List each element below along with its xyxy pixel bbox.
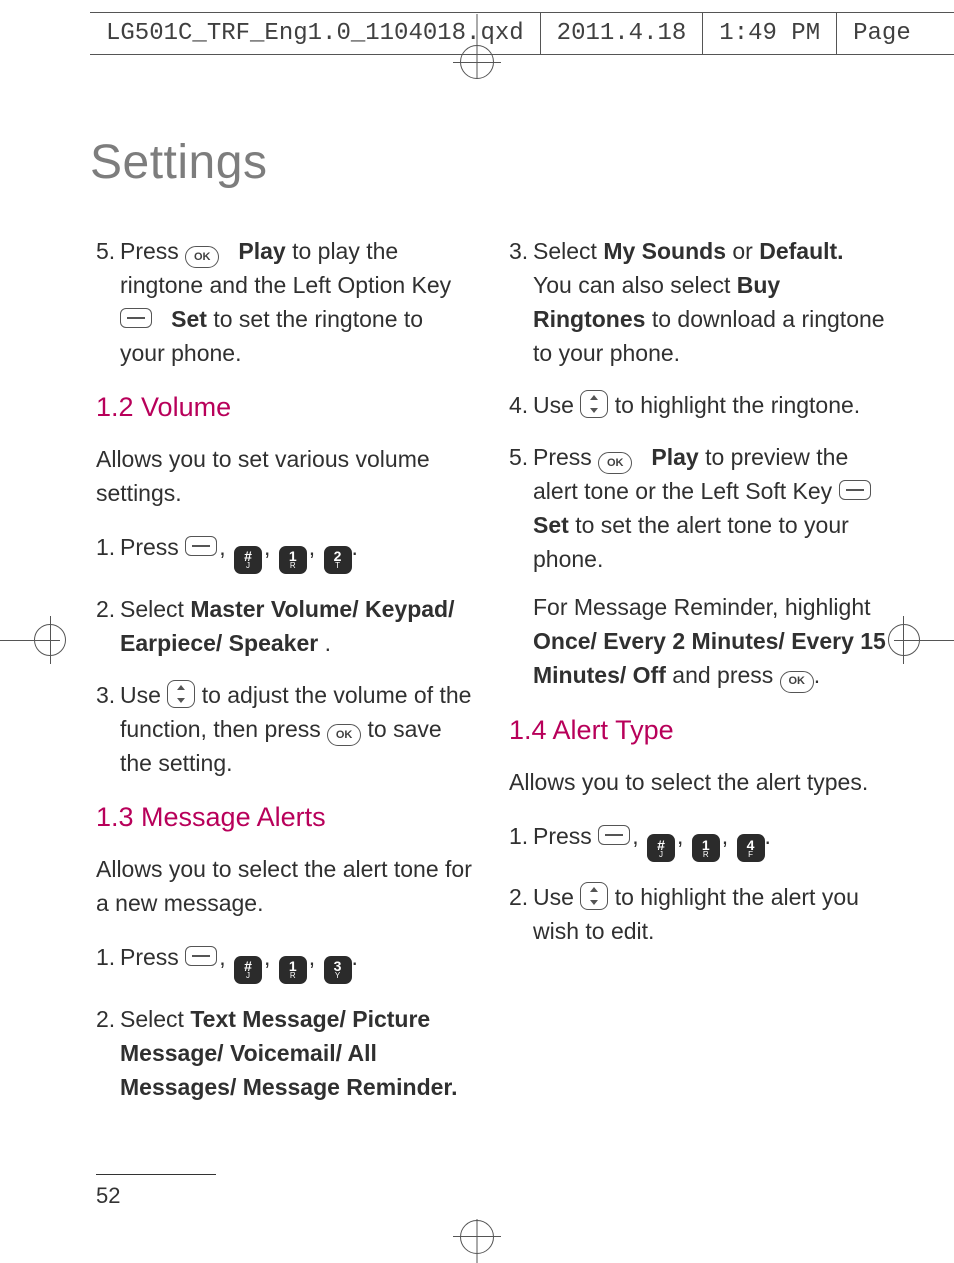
page: LG501C_TRF_Eng1.0_1104018.qxd 2011.4.18 … bbox=[0, 0, 954, 1263]
nav-key-icon bbox=[580, 390, 608, 418]
sec12-step-2: 2. Select Master Volume/ Keypad/ Earpiec… bbox=[96, 592, 473, 660]
left-soft-key-icon bbox=[120, 308, 152, 328]
header-date: 2011.4.18 bbox=[541, 12, 704, 54]
columns: 5. Press OK Play to play the ringtone an… bbox=[96, 234, 886, 1122]
hash-key-icon: #J bbox=[234, 956, 262, 984]
header-time: 1:49 PM bbox=[703, 12, 837, 54]
three-key-icon: 3Y bbox=[324, 956, 352, 984]
nav-key-icon bbox=[580, 882, 608, 910]
nav-key-icon bbox=[167, 680, 195, 708]
crop-mark-bottom-icon bbox=[457, 1203, 497, 1263]
two-key-icon: 2T bbox=[324, 546, 352, 574]
hash-key-icon: #J bbox=[234, 546, 262, 574]
print-header: LG501C_TRF_Eng1.0_1104018.qxd 2011.4.18 … bbox=[0, 12, 954, 58]
section-1-2-intro: Allows you to set various volume setting… bbox=[96, 442, 473, 510]
page-title: Settings bbox=[90, 135, 886, 190]
step-5-preview-alert: 5. Press OK Play to preview the alert to… bbox=[509, 440, 886, 692]
left-soft-key-icon bbox=[598, 825, 630, 845]
one-key-icon: 1R bbox=[692, 834, 720, 862]
left-soft-key-icon bbox=[839, 480, 871, 500]
step-4-highlight-ringtone: 4. Use to highlight the ringtone. bbox=[509, 388, 886, 422]
step-3-my-sounds: 3. Select My Sounds or Default. You can … bbox=[509, 234, 886, 370]
page-number: 52 bbox=[96, 1183, 120, 1209]
ok-key-icon: OK bbox=[598, 452, 632, 474]
page-number-rule bbox=[96, 1174, 216, 1175]
sec13-step-1: 1. Press , #J, 1R, 3Y. bbox=[96, 940, 473, 984]
right-column: 3. Select My Sounds or Default. You can … bbox=[509, 234, 886, 1122]
header-filename: LG501C_TRF_Eng1.0_1104018.qxd bbox=[90, 12, 541, 54]
left-column: 5. Press OK Play to play the ringtone an… bbox=[96, 234, 473, 1122]
section-1-2-head: 1.2 Volume bbox=[96, 388, 473, 428]
ok-key-icon: OK bbox=[780, 671, 814, 693]
section-1-4-head: 1.4 Alert Type bbox=[509, 711, 886, 751]
ok-key-icon: OK bbox=[327, 724, 361, 746]
section-1-3-intro: Allows you to select the alert tone for … bbox=[96, 852, 473, 920]
left-soft-key-icon bbox=[185, 536, 217, 556]
hash-key-icon: #J bbox=[647, 834, 675, 862]
one-key-icon: 1R bbox=[279, 546, 307, 574]
crop-mark-left-icon bbox=[0, 620, 70, 660]
crop-mark-right-icon bbox=[884, 620, 954, 660]
content: Settings 5. Press OK Play to play the ri… bbox=[96, 135, 886, 1193]
section-1-4-intro: Allows you to select the alert types. bbox=[509, 765, 886, 799]
sec12-step-3: 3. Use to adjust the volume of the funct… bbox=[96, 678, 473, 780]
sec14-step-2: 2. Use to highlight the alert you wish t… bbox=[509, 880, 886, 948]
sec14-step-1: 1. Press , #J, 1R, 4F. bbox=[509, 819, 886, 863]
step-5-ringtone: 5. Press OK Play to play the ringtone an… bbox=[96, 234, 473, 370]
section-1-3-head: 1.3 Message Alerts bbox=[96, 798, 473, 838]
sec12-step-1: 1. Press , #J, 1R, 2T. bbox=[96, 530, 473, 574]
four-key-icon: 4F bbox=[737, 834, 765, 862]
sec13-step-2: 2. Select Text Message/ Picture Message/… bbox=[96, 1002, 473, 1104]
header-page: Page bbox=[837, 12, 927, 54]
ok-key-icon: OK bbox=[185, 246, 219, 268]
one-key-icon: 1R bbox=[279, 956, 307, 984]
left-soft-key-icon bbox=[185, 946, 217, 966]
